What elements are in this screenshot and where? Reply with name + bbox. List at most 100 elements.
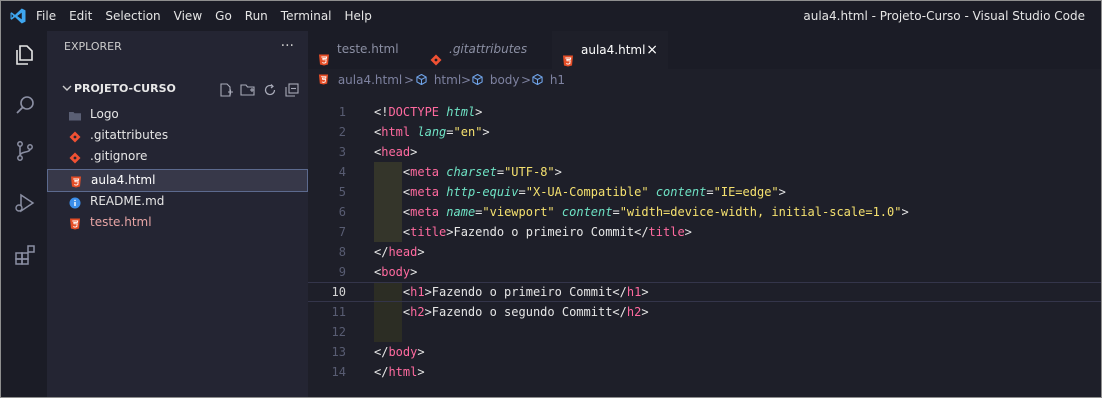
html5-icon <box>318 74 329 85</box>
breadcrumb-file[interactable]: aula4.html <box>318 73 402 87</box>
code-text: <head> <box>374 145 418 159</box>
tab-aula4-html[interactable]: aula4.html × <box>552 31 668 70</box>
tab-teste-html[interactable]: teste.html <box>308 31 420 69</box>
breadcrumb-file-label: aula4.html <box>337 73 403 87</box>
collapse-all-icon[interactable] <box>284 82 300 98</box>
explorer-files-icon[interactable] <box>13 43 37 67</box>
breadcrumb-h1[interactable]: h1 <box>532 73 565 87</box>
code-line: 3 <head> <box>308 142 1101 162</box>
editor-tabs: teste.html .gitattributes aula4.html × <box>308 31 1101 70</box>
code-text: <meta charset="UTF-8"> <box>374 165 562 179</box>
search-icon[interactable] <box>13 93 37 117</box>
folder-name: PROJETO-CURSO <box>74 82 176 95</box>
html5-icon <box>562 45 574 67</box>
tab-label: aula4.html <box>581 43 646 57</box>
file-name: .gitignore <box>90 149 148 163</box>
menu-edit[interactable]: Edit <box>69 9 92 23</box>
code-line: 6 <meta name="viewport" content="width=d… <box>308 202 1101 222</box>
file-item-readme[interactable]: README.md <box>47 191 306 212</box>
line-number: 11 <box>331 305 346 319</box>
line-number: 13 <box>331 345 346 359</box>
code-line: 11 <h2>Fazendo o segundo Committ</h2> <box>308 302 1101 322</box>
window-title: aula4.html - Projeto-Curso - Visual Stud… <box>803 9 1085 23</box>
line-number: 4 <box>338 165 346 179</box>
code-line: 1 <!DOCTYPE html> <box>308 102 1101 122</box>
close-icon[interactable]: × <box>646 32 658 68</box>
file-name: .gitattributes <box>90 128 169 142</box>
git-icon <box>69 129 81 143</box>
menu-view[interactable]: View <box>174 9 202 23</box>
indent-guide <box>374 322 402 342</box>
source-control-icon[interactable] <box>13 139 37 163</box>
code-line: 8 </head> <box>308 242 1101 262</box>
menu-file[interactable]: File <box>36 9 56 23</box>
line-number: 12 <box>331 325 346 339</box>
breadcrumb-separator: > <box>461 73 472 87</box>
explorer-more-button[interactable]: ··· <box>281 31 294 63</box>
code-text: <h2>Fazendo o segundo Committ</h2> <box>374 305 649 319</box>
line-number: 10 <box>331 285 346 299</box>
breadcrumb-separator: > <box>404 73 415 87</box>
tab-label: teste.html <box>337 42 399 56</box>
chevron-down-icon <box>61 82 73 94</box>
file-item-logo[interactable]: Logo <box>47 104 306 125</box>
breadcrumb-h1-label: h1 <box>549 73 566 87</box>
file-item-gitignore[interactable]: .gitignore <box>47 146 306 167</box>
file-name: teste.html <box>90 215 152 229</box>
code-text: <title>Fazendo o primeiro Commit</title> <box>374 225 692 239</box>
breadcrumb: aula4.html > html > body > h1 <box>308 69 1101 93</box>
file-item-teste[interactable]: teste.html <box>47 212 306 233</box>
code-line: 13 </body> <box>308 342 1101 362</box>
menu-go[interactable]: Go <box>215 9 232 23</box>
code-line: 9 <body> <box>308 262 1101 282</box>
line-number: 9 <box>338 265 346 279</box>
html5-icon <box>70 174 82 188</box>
folder-icon <box>69 108 81 121</box>
code-text: <html lang="en"> <box>374 125 490 139</box>
code-line: 2 <html lang="en"> <box>308 122 1101 142</box>
line-number: 6 <box>338 205 346 219</box>
code-line: 7 <title>Fazendo o primeiro Commit</titl… <box>308 222 1101 242</box>
extensions-icon[interactable] <box>13 243 37 267</box>
file-item-gitattributes[interactable]: .gitattributes <box>47 125 306 146</box>
code-text: </head> <box>374 245 425 259</box>
line-number: 3 <box>338 145 346 159</box>
new-file-icon[interactable] <box>218 82 234 98</box>
code-text: <meta name="viewport" content="width=dev… <box>374 205 909 219</box>
menu-selection[interactable]: Selection <box>105 9 160 23</box>
file-item-aula4[interactable]: aula4.html <box>47 169 308 192</box>
breadcrumb-html[interactable]: html <box>416 73 461 87</box>
line-number: 7 <box>338 225 346 239</box>
new-folder-icon[interactable] <box>240 82 256 98</box>
menu-bar: File Edit Selection View Go Run Terminal… <box>36 1 385 31</box>
code-text: </html> <box>374 365 425 379</box>
breadcrumb-separator: > <box>521 73 532 87</box>
symbol-element-icon <box>416 73 427 86</box>
code-line: 12 <box>308 322 1101 342</box>
code-line: 5 <meta http-equiv="X-UA-Compatible" con… <box>308 182 1101 202</box>
file-name: Logo <box>90 107 119 121</box>
line-number: 5 <box>338 185 346 199</box>
symbol-element-icon <box>472 73 483 86</box>
activity-bar <box>1 31 47 397</box>
title-bar: File Edit Selection View Go Run Terminal… <box>1 1 1101 31</box>
tab-gitattributes[interactable]: .gitattributes <box>420 31 552 69</box>
code-text: </body> <box>374 345 425 359</box>
run-debug-icon[interactable] <box>13 191 37 215</box>
html5-icon <box>318 44 330 66</box>
git-icon <box>430 44 442 66</box>
breadcrumb-body[interactable]: body <box>472 73 520 87</box>
code-text: <!DOCTYPE html> <box>374 105 483 119</box>
menu-run[interactable]: Run <box>245 9 268 23</box>
folder-header[interactable]: PROJETO-CURSO <box>47 79 308 101</box>
vscode-window: File Edit Selection View Go Run Terminal… <box>0 0 1102 398</box>
line-number: 1 <box>338 105 346 119</box>
menu-help[interactable]: Help <box>345 9 372 23</box>
breadcrumb-body-label: body <box>489 73 520 87</box>
code-text: <body> <box>374 265 418 279</box>
code-editor[interactable]: 1 <!DOCTYPE html> 2 <html lang="en"> 3 <… <box>308 93 1101 397</box>
refresh-icon[interactable] <box>262 82 278 98</box>
code-text: <meta http-equiv="X-UA-Compatible" conte… <box>374 185 786 199</box>
menu-terminal[interactable]: Terminal <box>281 9 332 23</box>
line-number: 8 <box>338 245 346 259</box>
